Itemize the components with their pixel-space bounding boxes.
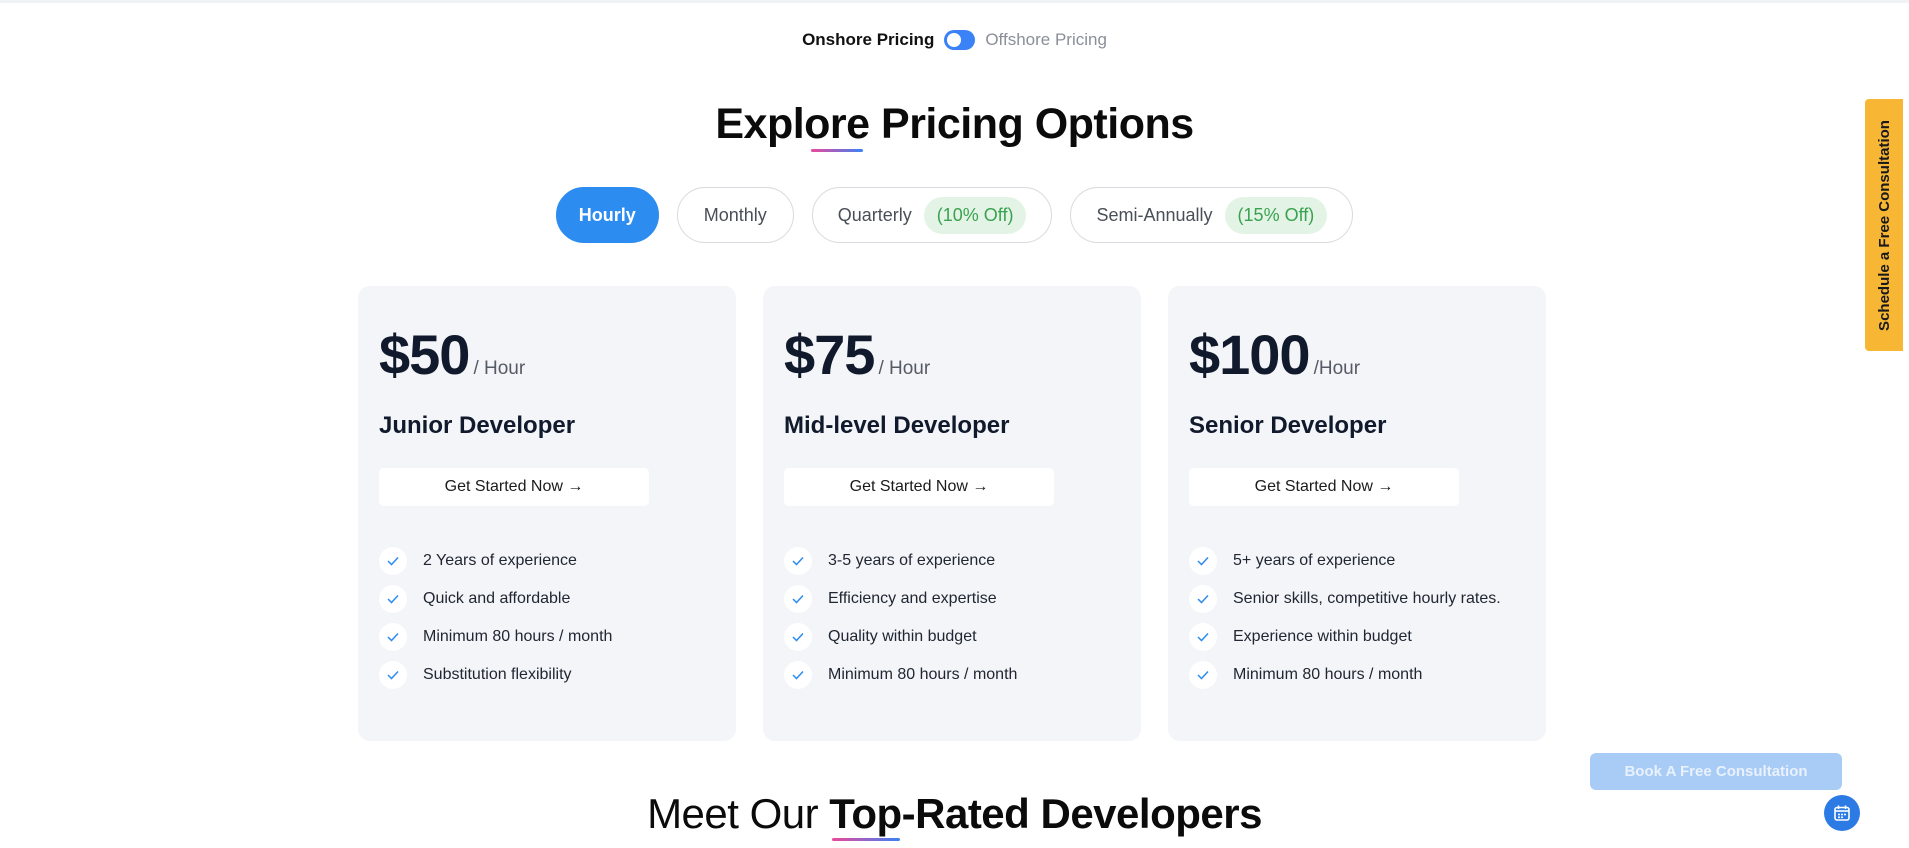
top-border [0, 0, 1909, 3]
feature-item: Quality within budget [784, 618, 1120, 656]
switch-knob [947, 33, 962, 47]
feature-text: 2 Years of experience [423, 552, 577, 569]
plan-role: Junior Developer [379, 412, 576, 439]
price-unit: / Hour [878, 358, 931, 379]
check-icon [1189, 661, 1217, 689]
tab-hourly[interactable]: Hourly [555, 187, 659, 243]
price-row: $50 / Hour [379, 322, 715, 386]
price-unit: /Hour [1313, 358, 1361, 379]
plan-role: Senior Developer [1189, 412, 1387, 439]
pricing-cards: $50 / Hour Junior Developer Get Started … [358, 286, 1546, 741]
check-icon [1189, 547, 1217, 575]
price-row: $75 / Hour [784, 322, 1120, 386]
price-amount: $100 [1189, 323, 1311, 386]
schedule-consultation-tab[interactable]: Schedule a Free Consultation [1865, 99, 1903, 351]
check-icon [379, 547, 407, 575]
tab-semi-annually[interactable]: Semi-Annually (15% Off) [1070, 187, 1354, 243]
pricing-card-junior: $50 / Hour Junior Developer Get Started … [358, 286, 736, 741]
feature-item: Minimum 80 hours / month [1189, 656, 1525, 694]
check-icon [1189, 623, 1217, 651]
feature-item: Minimum 80 hours / month [379, 618, 715, 656]
check-icon [784, 585, 812, 613]
developers-heading: Meet Our Top-Rated Developers [0, 790, 1909, 838]
feature-item: 5+ years of experience [1189, 542, 1525, 580]
feature-item: Efficiency and expertise [784, 580, 1120, 618]
feature-item: Minimum 80 hours / month [784, 656, 1120, 694]
check-icon [379, 661, 407, 689]
feature-text: Senior skills, competitive hourly rates. [1233, 590, 1501, 607]
feature-list: 2 Years of experience Quick and affordab… [379, 542, 715, 694]
feature-item: 2 Years of experience [379, 542, 715, 580]
feature-item: Senior skills, competitive hourly rates. [1189, 580, 1525, 618]
discount-badge: (15% Off) [1224, 196, 1328, 234]
tab-monthly[interactable]: Monthly [676, 187, 794, 243]
offshore-label[interactable]: Offshore Pricing [985, 30, 1107, 50]
region-switch[interactable] [944, 30, 976, 50]
feature-text: Minimum 80 hours / month [828, 666, 1018, 683]
side-tab-label: Schedule a Free Consultation [1875, 119, 1893, 331]
feature-text: Quality within budget [828, 628, 977, 645]
page-title: Explore Pricing Options [715, 100, 1194, 148]
feature-text: 5+ years of experience [1233, 552, 1396, 569]
check-icon [379, 623, 407, 651]
feature-text: Minimum 80 hours / month [1233, 666, 1423, 683]
feature-list: 3-5 years of experience Efficiency and e… [784, 542, 1120, 694]
onshore-label[interactable]: Onshore Pricing [802, 30, 934, 50]
tab-label: Quarterly [837, 204, 912, 225]
feature-item: Quick and affordable [379, 580, 715, 618]
pricing-region-toggle: Onshore Pricing Offshore Pricing [0, 30, 1909, 50]
price-row: $100 /Hour [1189, 322, 1525, 386]
pricing-card-mid-level: $75 / Hour Mid-level Developer Get Start… [763, 286, 1141, 741]
title-underline [811, 149, 863, 152]
plan-role: Mid-level Developer [784, 412, 1010, 439]
book-consultation-button[interactable]: Book A Free Consultation [1590, 753, 1842, 790]
get-started-button[interactable]: Get Started Now → [1189, 468, 1459, 506]
check-icon [784, 661, 812, 689]
feature-text: Experience within budget [1233, 628, 1412, 645]
heading-highlight: Top-Rated Developers [829, 790, 1262, 837]
feature-list: 5+ years of experience Senior skills, co… [1189, 542, 1525, 694]
billing-tabs: Hourly Monthly Quarterly (10% Off) Semi-… [0, 187, 1909, 243]
pricing-card-senior: $100 /Hour Senior Developer Get Started … [1168, 286, 1546, 741]
feature-text: Quick and affordable [423, 590, 571, 607]
feature-item: Substitution flexibility [379, 656, 715, 694]
check-icon [1189, 585, 1217, 613]
discount-badge: (10% Off) [923, 196, 1027, 234]
price-amount: $75 [784, 323, 875, 386]
get-started-button[interactable]: Get Started Now → [784, 468, 1054, 506]
price-amount: $50 [379, 323, 470, 386]
feature-text: Minimum 80 hours / month [423, 628, 613, 645]
heading-part: Meet Our [647, 790, 830, 837]
heading-underline [832, 838, 900, 841]
check-icon [784, 623, 812, 651]
feature-item: 3-5 years of experience [784, 542, 1120, 580]
tab-label: Monthly [703, 204, 767, 225]
tab-label: Hourly [578, 204, 636, 225]
tab-quarterly[interactable]: Quarterly (10% Off) [811, 187, 1053, 243]
feature-item: Experience within budget [1189, 618, 1525, 656]
feature-text: Substitution flexibility [423, 666, 572, 683]
feature-text: Efficiency and expertise [828, 590, 997, 607]
get-started-button[interactable]: Get Started Now → [379, 468, 649, 506]
check-icon [784, 547, 812, 575]
feature-text: 3-5 years of experience [828, 552, 996, 569]
price-unit: / Hour [473, 358, 526, 379]
tab-label: Semi-Annually [1096, 204, 1213, 225]
check-icon [379, 585, 407, 613]
